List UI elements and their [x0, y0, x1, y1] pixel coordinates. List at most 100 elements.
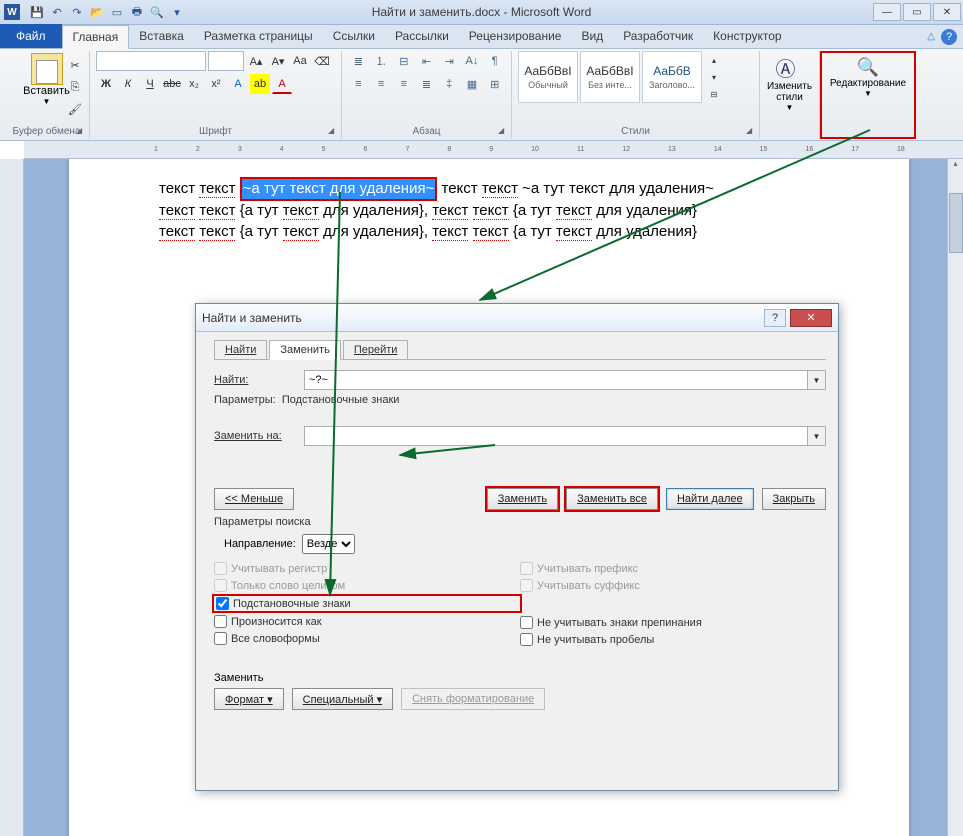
- opt-whole-word[interactable]: Только слово целиком: [214, 579, 520, 592]
- shrink-font-icon[interactable]: A▾: [268, 51, 288, 71]
- opt-wildcards[interactable]: Подстановочные знаки: [216, 597, 351, 610]
- dialog-tab-replace[interactable]: Заменить: [269, 340, 340, 360]
- vertical-ruler[interactable]: [0, 159, 24, 836]
- file-tab[interactable]: Файл: [0, 24, 62, 48]
- opt-match-case[interactable]: Учитывать регистр: [214, 562, 520, 575]
- tab-mailings[interactable]: Рассылки: [385, 24, 459, 48]
- show-marks-icon[interactable]: ¶: [484, 51, 505, 71]
- window-minimize-button[interactable]: —: [873, 3, 901, 21]
- collapse-ribbon-icon[interactable]: △: [927, 31, 935, 42]
- numbering-icon[interactable]: ⒈: [371, 51, 392, 71]
- opt-ignore-space[interactable]: Не учитывать пробелы: [520, 633, 826, 646]
- italic-button[interactable]: К: [118, 74, 138, 94]
- dialog-close-button[interactable]: ✕: [790, 309, 832, 327]
- qat-undo-icon[interactable]: ↶: [48, 3, 66, 21]
- tab-home[interactable]: Главная: [62, 25, 130, 49]
- qat-new-icon[interactable]: ▭: [108, 3, 126, 21]
- style-down-icon[interactable]: ▾: [704, 69, 724, 85]
- window-maximize-button[interactable]: ▭: [903, 3, 931, 21]
- clipboard-dialog-launcher[interactable]: ◢: [76, 126, 86, 136]
- opt-word-forms[interactable]: Все словоформы: [214, 632, 520, 645]
- opt-ignore-punct[interactable]: Не учитывать знаки препинания: [520, 616, 826, 629]
- opt-prefix[interactable]: Учитывать префикс: [520, 562, 826, 575]
- clear-format-icon[interactable]: ⌫: [312, 51, 332, 71]
- style-more-icon[interactable]: ⊟: [704, 86, 724, 102]
- replace-dropdown-icon[interactable]: ▼: [808, 426, 826, 446]
- replace-button[interactable]: Заменить: [487, 488, 558, 510]
- font-color-icon[interactable]: A: [272, 74, 292, 94]
- paste-icon: [31, 53, 63, 85]
- superscript-button[interactable]: x²: [206, 74, 226, 94]
- font-size-select[interactable]: [208, 51, 244, 71]
- tab-review[interactable]: Рецензирование: [459, 24, 572, 48]
- styles-dialog-launcher[interactable]: ◢: [746, 126, 756, 136]
- less-button[interactable]: << Меньше: [214, 488, 294, 510]
- dialog-titlebar[interactable]: Найти и заменить ? ✕: [196, 304, 838, 332]
- dialog-tab-find[interactable]: Найти: [214, 340, 267, 360]
- ribbon-group-editing[interactable]: 🔍 Редактирование ▼: [820, 51, 916, 139]
- tab-developer[interactable]: Разработчик: [613, 24, 703, 48]
- sort-icon[interactable]: A↓: [462, 51, 483, 71]
- style-up-icon[interactable]: ▴: [704, 52, 724, 68]
- close-button[interactable]: Закрыть: [762, 488, 826, 510]
- copy-icon[interactable]: ⎘: [65, 77, 85, 97]
- horizontal-ruler[interactable]: 123456789101112131415161718: [24, 141, 963, 159]
- strike-button[interactable]: abc: [162, 74, 182, 94]
- tab-insert[interactable]: Вставка: [129, 24, 194, 48]
- find-dropdown-icon[interactable]: ▼: [808, 370, 826, 390]
- align-right-icon[interactable]: ≡: [393, 74, 414, 94]
- align-center-icon[interactable]: ≡: [371, 74, 392, 94]
- indent-inc-icon[interactable]: ⇥: [439, 51, 460, 71]
- align-left-icon[interactable]: ≡: [348, 74, 369, 94]
- vertical-scrollbar[interactable]: ▴: [947, 159, 963, 836]
- qat-preview-icon[interactable]: 🔍: [148, 3, 166, 21]
- special-button[interactable]: Специальный ▾: [292, 688, 393, 710]
- dialog-tab-goto[interactable]: Перейти: [343, 340, 409, 360]
- opt-suffix[interactable]: Учитывать суффикс: [520, 579, 826, 592]
- subscript-button[interactable]: x₂: [184, 74, 204, 94]
- style-nospacing[interactable]: АаБбВвІБез инте...: [580, 51, 640, 103]
- indent-dec-icon[interactable]: ⇤: [416, 51, 437, 71]
- paragraph-dialog-launcher[interactable]: ◢: [498, 126, 508, 136]
- style-normal[interactable]: АаБбВвІОбычный: [518, 51, 578, 103]
- window-close-button[interactable]: ✕: [933, 3, 961, 21]
- style-heading1[interactable]: АаБбВЗаголово...: [642, 51, 702, 103]
- justify-icon[interactable]: ≣: [416, 74, 437, 94]
- font-family-select[interactable]: [96, 51, 206, 71]
- qat-dropdown-icon[interactable]: ▾: [168, 3, 186, 21]
- dialog-help-button[interactable]: ?: [764, 309, 786, 327]
- tab-design[interactable]: Конструктор: [703, 24, 791, 48]
- change-case-icon[interactable]: Aa: [290, 51, 310, 71]
- qat-redo-icon[interactable]: ↷: [68, 3, 86, 21]
- bold-button[interactable]: Ж: [96, 74, 116, 94]
- format-painter-icon[interactable]: 🖌: [65, 99, 85, 119]
- document-text[interactable]: текст текст ~а тут текст для удаления~ т…: [159, 177, 819, 242]
- multilevel-icon[interactable]: ⊟: [393, 51, 414, 71]
- tab-view[interactable]: Вид: [571, 24, 613, 48]
- highlight-icon[interactable]: ab: [250, 74, 270, 94]
- underline-button[interactable]: Ч: [140, 74, 160, 94]
- replace-input[interactable]: [304, 426, 808, 446]
- cut-icon[interactable]: ✂: [65, 55, 85, 75]
- tab-references[interactable]: Ссылки: [323, 24, 385, 48]
- change-styles-button[interactable]: Ⓐ Изменить стили ▼: [766, 51, 813, 114]
- border-icon[interactable]: ⊞: [484, 74, 505, 94]
- line-spacing-icon[interactable]: ‡: [439, 74, 460, 94]
- text-effects-icon[interactable]: A: [228, 74, 248, 94]
- replace-all-button[interactable]: Заменить все: [566, 488, 658, 510]
- qat-open-icon[interactable]: 📂: [88, 3, 106, 21]
- qat-save-icon[interactable]: 💾: [28, 3, 46, 21]
- find-next-button[interactable]: Найти далее: [666, 488, 754, 510]
- scroll-thumb[interactable]: [949, 193, 963, 253]
- opt-sounds-like[interactable]: Произносится как: [214, 615, 520, 628]
- font-dialog-launcher[interactable]: ◢: [328, 126, 338, 136]
- find-input[interactable]: [304, 370, 808, 390]
- direction-select[interactable]: Везде: [302, 534, 355, 554]
- format-button[interactable]: Формат ▾: [214, 688, 284, 710]
- shading-icon[interactable]: ▦: [462, 74, 483, 94]
- grow-font-icon[interactable]: A▴: [246, 51, 266, 71]
- tab-page-layout[interactable]: Разметка страницы: [194, 24, 323, 48]
- bullets-icon[interactable]: ≣: [348, 51, 369, 71]
- help-icon[interactable]: ?: [941, 29, 957, 45]
- qat-print-icon[interactable]: 🖶: [128, 3, 146, 21]
